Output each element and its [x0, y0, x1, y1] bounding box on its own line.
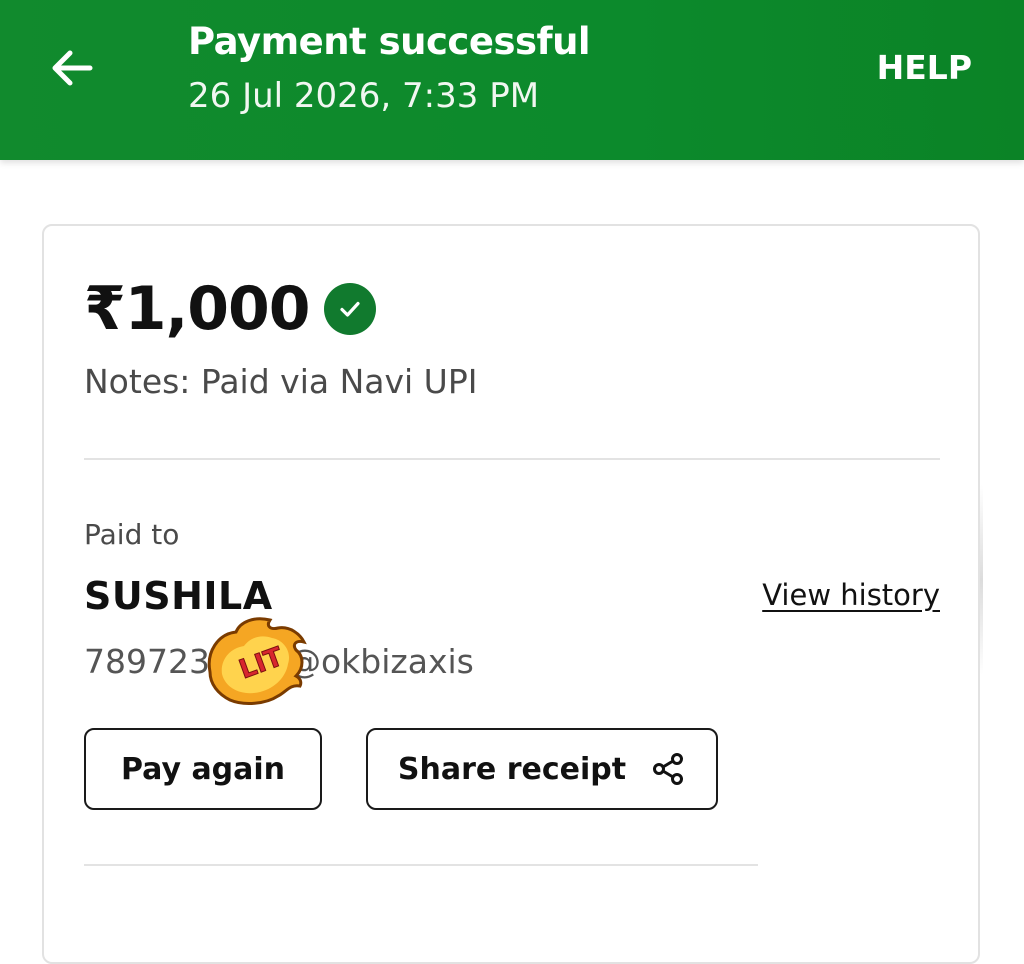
payment-amount: ₹1,000 [84, 274, 311, 344]
divider [84, 864, 758, 866]
pay-again-button[interactable]: Pay again [84, 728, 322, 810]
upi-id-prefix: 789723 [84, 642, 210, 681]
check-circle-icon [323, 283, 376, 335]
paid-to-label: Paid to [84, 518, 180, 551]
payment-notes: Notes: Paid via Navi UPI [84, 362, 478, 401]
page-title: Payment successful [188, 20, 591, 63]
share-receipt-label: Share receipt [397, 751, 627, 787]
card-edge-shadow [980, 485, 983, 675]
help-button[interactable]: HELP [877, 48, 972, 87]
share-receipt-button[interactable]: Share receipt [366, 728, 718, 810]
arrow-left-icon [52, 50, 93, 86]
share-icon [650, 751, 686, 787]
divider [84, 458, 940, 460]
back-button[interactable] [44, 40, 100, 96]
payment-timestamp: 26 Jul 2026, 7:33 PM [188, 76, 540, 116]
header-bar: Payment successful 26 Jul 2026, 7:33 PM … [0, 0, 1024, 160]
view-history-link[interactable]: View history [762, 578, 940, 612]
amount-row: ₹1,000 [84, 274, 376, 344]
upi-id-suffix: @okbizaxis [287, 642, 474, 681]
fire-sticker-icon: LIT [207, 617, 307, 705]
pay-again-label: Pay again [120, 751, 286, 787]
